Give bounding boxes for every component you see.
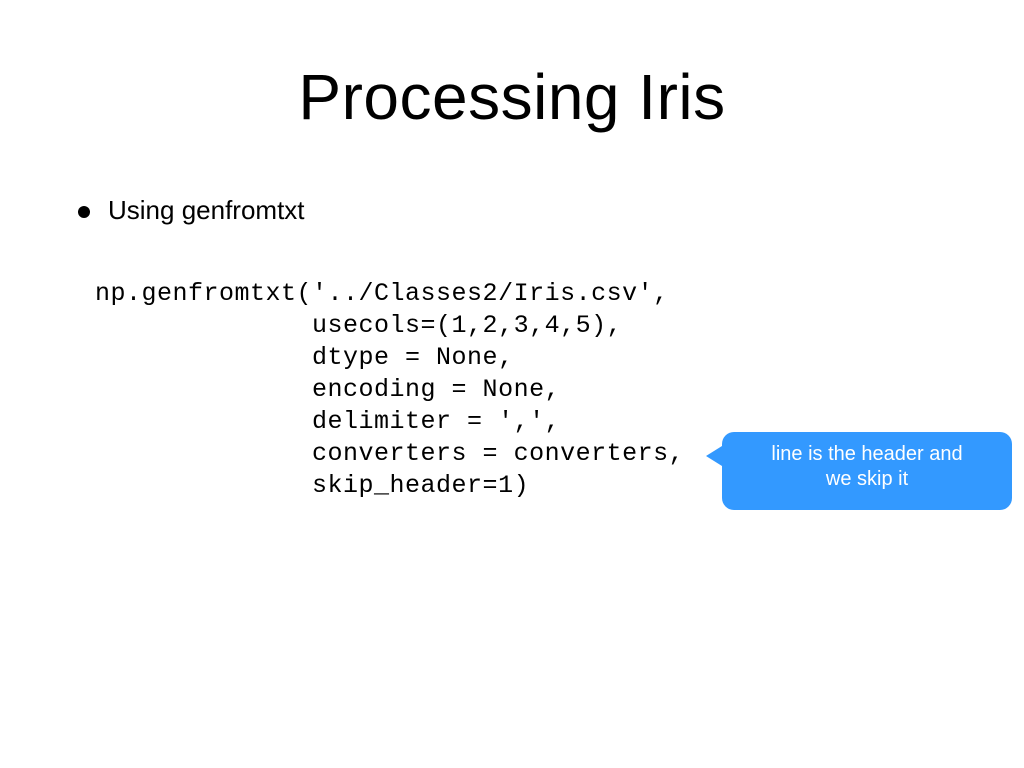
callout-line-1: line is the header and [734,442,1000,467]
callout-line-2: we skip it [734,467,1000,492]
bullet-text: Using genfromtxt [108,195,305,226]
code-block: np.genfromtxt('../Classes2/Iris.csv', us… [95,278,684,502]
callout-box: line is the header and we skip it [722,432,1012,510]
bullet-dot-icon [78,206,90,218]
slide-title: Processing Iris [0,60,1024,134]
slide: Processing Iris Using genfromtxt np.genf… [0,0,1024,768]
callout-arrow-icon [706,446,722,466]
bullet-item: Using genfromtxt [78,195,305,226]
